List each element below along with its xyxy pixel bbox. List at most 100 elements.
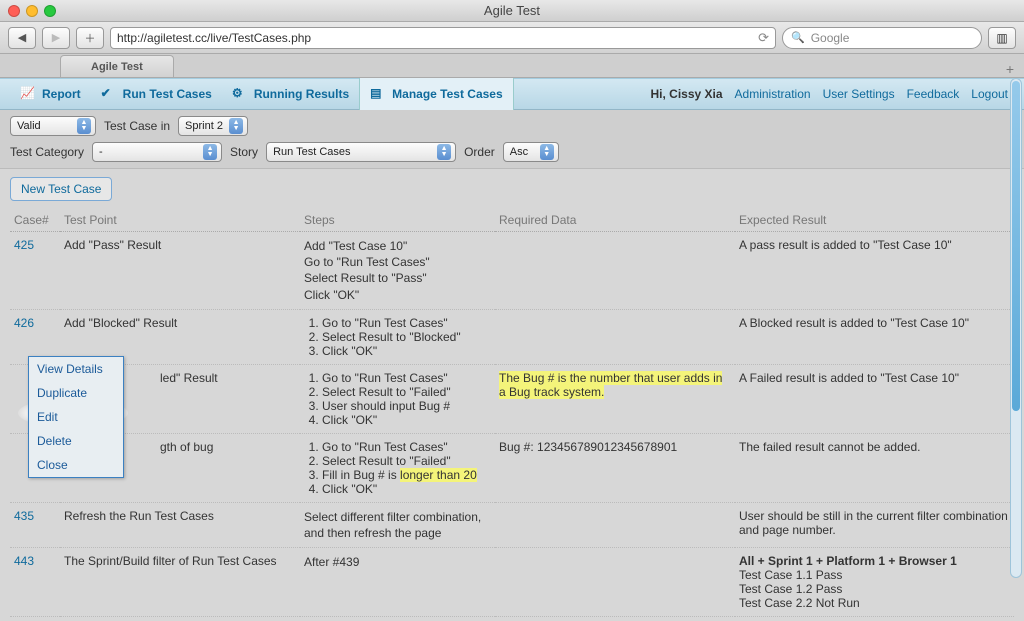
cell-required-data: The Bug # is the number that user adds i… xyxy=(495,364,735,433)
list-icon: ▤ xyxy=(370,86,386,102)
select-arrows-icon: ▲▼ xyxy=(203,144,217,160)
address-bar[interactable]: http://agiletest.cc/live/TestCases.php ⟳ xyxy=(110,27,776,49)
link-feedback[interactable]: Feedback xyxy=(907,87,960,101)
sprint-value: Sprint 2 xyxy=(185,120,223,132)
table-row[interactable]: gth of bugGo to "Run Test Cases"Select R… xyxy=(10,433,1014,502)
reload-icon[interactable]: ⟳ xyxy=(758,30,769,46)
table-header-row: Case# Test Point Steps Required Data Exp… xyxy=(10,207,1014,232)
order-select[interactable]: Asc ▲▼ xyxy=(503,142,559,162)
filter-label: Order xyxy=(464,145,495,159)
cell-expected: A Failed result is added to "Test Case 1… xyxy=(735,364,1014,433)
back-button[interactable]: ◀ xyxy=(8,27,36,49)
menu-view-details[interactable]: View Details xyxy=(29,357,123,381)
cell-test-point: Add "Pass" Result xyxy=(60,232,300,310)
nav-tab-label: Run Test Cases xyxy=(123,87,212,101)
col-case[interactable]: Case# xyxy=(10,207,60,232)
close-window-icon[interactable] xyxy=(8,5,20,17)
cell-test-point: Refresh the Run Test Cases xyxy=(60,502,300,547)
status-select[interactable]: Valid ▲▼ xyxy=(10,116,96,136)
table-row[interactable]: 426Add "Blocked" ResultGo to "Run Test C… xyxy=(10,309,1014,364)
cell-steps: Add "Test Case 10"Go to "Run Test Cases"… xyxy=(300,232,495,310)
cell-steps: After #439 xyxy=(300,548,495,617)
filter-label: Test Case in xyxy=(104,119,170,133)
table-row[interactable]: 425 Add "Pass" ResultAdd "Test Case 10"Go… xyxy=(10,232,1014,310)
select-arrows-icon: ▲▼ xyxy=(437,144,451,160)
nav-tab-running-results[interactable]: ⚙ Running Results xyxy=(222,78,359,110)
case-link[interactable]: 443 xyxy=(14,554,34,568)
category-value: - xyxy=(99,146,103,158)
link-user-settings[interactable]: User Settings xyxy=(823,87,895,101)
cell-case: 435 xyxy=(10,502,60,547)
browser-toolbar: ◀ ▶ ＋ http://agiletest.cc/live/TestCases… xyxy=(0,22,1024,54)
story-value: Run Test Cases xyxy=(273,146,350,158)
filter-label: Test Category xyxy=(10,145,84,159)
cell-expected: All + Sprint 1 + Platform 1 + Browser 1T… xyxy=(735,548,1014,617)
context-menu: View Details Duplicate Edit Delete Close xyxy=(28,356,124,478)
cell-steps: Go to "Run Test Cases"Select Result to "… xyxy=(300,309,495,364)
col-test-point[interactable]: Test Point xyxy=(60,207,300,232)
link-administration[interactable]: Administration xyxy=(735,87,811,101)
nav-tab-report[interactable]: 📈 Report xyxy=(10,78,91,110)
cell-test-point: The Sprint/Build filter of Run Test Case… xyxy=(60,548,300,617)
search-placeholder: Google xyxy=(811,31,850,45)
order-value: Asc xyxy=(510,146,528,158)
search-input[interactable]: 🔍 Google xyxy=(782,27,982,49)
col-required-data[interactable]: Required Data xyxy=(495,207,735,232)
cell-required-data: Bug #: 123456789012345678901 xyxy=(495,433,735,502)
cell-steps: Select different filter combination, and… xyxy=(300,502,495,547)
case-link[interactable]: 425 xyxy=(14,238,34,252)
category-select[interactable]: - ▲▼ xyxy=(92,142,222,162)
zoom-window-icon[interactable] xyxy=(44,5,56,17)
table-row[interactable]: 435 Refresh the Run Test CasesSelect diff… xyxy=(10,502,1014,547)
cell-required-data xyxy=(495,502,735,547)
filter-label: Story xyxy=(230,145,258,159)
status-value: Valid xyxy=(17,120,41,132)
add-bookmark-button[interactable]: ＋ xyxy=(76,27,104,49)
menu-edit[interactable]: Edit xyxy=(29,405,123,429)
greeting-text: Hi, Cissy Xia xyxy=(650,87,722,101)
vertical-scrollbar[interactable] xyxy=(1010,78,1022,578)
gear-icon: ⚙ xyxy=(232,86,248,102)
sprint-select[interactable]: Sprint 2 ▲▼ xyxy=(178,116,248,136)
menu-duplicate[interactable]: Duplicate xyxy=(29,381,123,405)
cell-required-data xyxy=(495,309,735,364)
app-nav: 📈 Report ✔ Run Test Cases ⚙ Running Resu… xyxy=(0,78,1024,110)
select-arrows-icon: ▲▼ xyxy=(229,118,243,134)
nav-tab-manage-test-cases[interactable]: ▤ Manage Test Cases xyxy=(359,78,514,110)
browser-tab-active[interactable]: Agile Test xyxy=(60,55,174,77)
col-expected[interactable]: Expected Result xyxy=(735,207,1014,232)
cell-required-data xyxy=(495,232,735,310)
browser-tab-label: Agile Test xyxy=(91,61,143,73)
scrollbar-thumb[interactable] xyxy=(1012,81,1020,411)
window-titlebar: Agile Test xyxy=(0,0,1024,22)
table-row[interactable]: led" ResultGo to "Run Test Cases"Select … xyxy=(10,364,1014,433)
new-tab-button[interactable]: + xyxy=(996,61,1024,77)
menu-delete[interactable]: Delete xyxy=(29,429,123,453)
nav-tab-label: Running Results xyxy=(254,87,349,101)
window-title: Agile Test xyxy=(0,3,1024,18)
select-arrows-icon: ▲▼ xyxy=(540,144,554,160)
cell-case: 425 xyxy=(10,232,60,310)
cell-steps: Go to "Run Test Cases"Select Result to "… xyxy=(300,364,495,433)
cell-expected: The failed result cannot be added. xyxy=(735,433,1014,502)
minimize-window-icon[interactable] xyxy=(26,5,38,17)
link-logout[interactable]: Logout xyxy=(971,87,1008,101)
cell-case: 443 xyxy=(10,548,60,617)
cell-steps: Go to "Run Test Cases"Select Result to "… xyxy=(300,433,495,502)
nav-tab-run-test-cases[interactable]: ✔ Run Test Cases xyxy=(91,78,222,110)
menu-close[interactable]: Close xyxy=(29,453,123,477)
new-test-case-button[interactable]: New Test Case xyxy=(10,177,112,201)
col-steps[interactable]: Steps xyxy=(300,207,495,232)
table-row[interactable]: 443 The Sprint/Build filter of Run Test C… xyxy=(10,548,1014,617)
search-icon: 🔍 xyxy=(791,31,805,44)
url-text: http://agiletest.cc/live/TestCases.php xyxy=(117,31,311,45)
story-select[interactable]: Run Test Cases ▲▼ xyxy=(266,142,456,162)
case-link[interactable]: 426 xyxy=(14,316,34,330)
forward-button[interactable]: ▶ xyxy=(42,27,70,49)
case-link[interactable]: 435 xyxy=(14,509,34,523)
bookmarks-button[interactable]: ▥ xyxy=(988,27,1016,49)
nav-tab-label: Manage Test Cases xyxy=(392,87,503,101)
filter-bar: Valid ▲▼ Test Case in Sprint 2 ▲▼ Test C… xyxy=(0,110,1024,169)
content-area: New Test Case Case# Test Point Steps Req… xyxy=(0,169,1024,621)
cell-expected: A Blocked result is added to "Test Case … xyxy=(735,309,1014,364)
